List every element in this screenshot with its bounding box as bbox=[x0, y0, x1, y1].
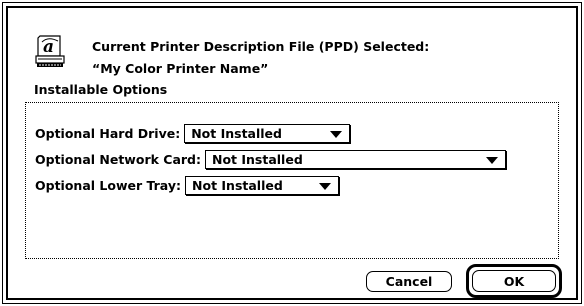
ppd-header-title: Current Printer Description File (PPD) S… bbox=[92, 39, 430, 54]
network-card-popup-value: Not Installed bbox=[212, 151, 303, 167]
chevron-down-icon bbox=[319, 182, 332, 190]
chevron-down-icon bbox=[486, 156, 498, 164]
cancel-button[interactable]: Cancel bbox=[366, 271, 452, 292]
hard-drive-popup[interactable]: Not Installed bbox=[184, 123, 351, 143]
lower-tray-popup-value: Not Installed bbox=[192, 177, 283, 193]
option-label-network-card: Optional Network Card: bbox=[35, 151, 201, 167]
ppd-printer-name: “My Color Printer Name” bbox=[92, 61, 269, 76]
printer-document-icon: a bbox=[35, 35, 65, 67]
option-row-network-card: Optional Network Card: Not Installed bbox=[35, 147, 506, 171]
hard-drive-popup-value: Not Installed bbox=[191, 125, 282, 141]
ppd-header: Current Printer Description File (PPD) S… bbox=[92, 36, 429, 80]
chevron-down-icon bbox=[330, 130, 343, 138]
option-label-lower-tray: Optional Lower Tray: bbox=[35, 177, 182, 193]
lower-tray-popup[interactable]: Not Installed bbox=[185, 175, 340, 195]
option-row-hard-drive: Optional Hard Drive: Not Installed bbox=[35, 121, 351, 145]
ok-button[interactable]: OK bbox=[472, 270, 556, 292]
network-card-popup[interactable]: Not Installed bbox=[205, 149, 506, 169]
printer-options-dialog: a Current Printer Description File (PPD)… bbox=[0, 0, 584, 306]
installable-options-panel: Optional Hard Drive: Not Installed Optio… bbox=[25, 102, 559, 259]
option-row-lower-tray: Optional Lower Tray: Not Installed bbox=[35, 173, 340, 197]
option-label-hard-drive: Optional Hard Drive: bbox=[35, 125, 181, 141]
installable-options-label: Installable Options bbox=[34, 82, 168, 97]
